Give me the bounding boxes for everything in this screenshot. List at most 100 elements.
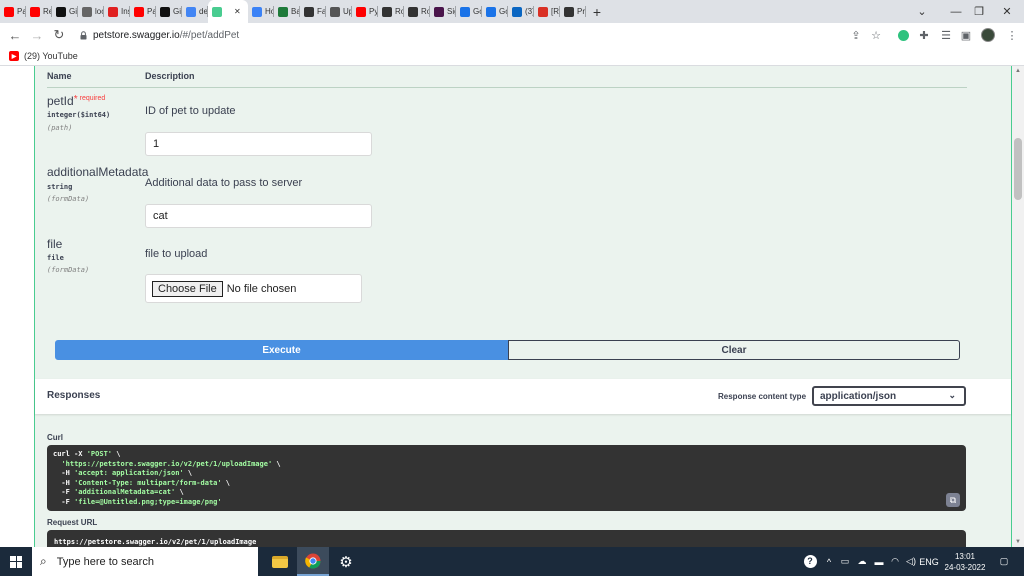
file-input[interactable]: Choose File No file chosen xyxy=(145,274,362,303)
browser-menu-icon[interactable]: ⋮ xyxy=(1004,27,1020,43)
cert-icon xyxy=(278,6,288,17)
copy-icon[interactable]: ⧉ xyxy=(946,493,960,507)
url-path: /#/pet/addPet xyxy=(179,29,240,41)
browser-tab-label: Go xyxy=(499,7,508,16)
language-indicator[interactable]: ENG xyxy=(918,547,940,576)
back-button[interactable]: ← xyxy=(4,24,26,46)
param-location: (path) xyxy=(47,124,73,132)
browser-tab[interactable]: Bas xyxy=(274,0,300,23)
curl-string: 'Content-Type: multipart/form-data' xyxy=(74,478,222,487)
bookmark-star-icon[interactable]: ☆ xyxy=(868,27,884,43)
browser-tab[interactable]: Ro xyxy=(404,0,430,23)
browser-tab[interactable]: (3) xyxy=(508,0,534,23)
robot-icon xyxy=(304,6,314,17)
forward-button[interactable]: → xyxy=(26,24,48,46)
param-type: file xyxy=(47,254,64,262)
file-explorer-icon[interactable] xyxy=(264,547,296,576)
curl-token: \ xyxy=(221,478,231,487)
curl-line: -H 'accept: application/json' \ xyxy=(53,469,960,479)
linkedin-icon xyxy=(512,6,522,17)
browser-tab[interactable]: Ho xyxy=(248,0,274,23)
settings-gear-icon[interactable]: ⚙ xyxy=(330,547,362,576)
curl-command: curl -X 'POST' \ 'https://petstore.swagg… xyxy=(47,445,966,511)
browser-tab-label: Par xyxy=(17,7,26,16)
additional-metadata-input[interactable] xyxy=(145,204,372,228)
browser-tab[interactable]: Pyt xyxy=(352,0,378,23)
curl-token: \ xyxy=(112,450,121,458)
browser-tab[interactable]: Fac xyxy=(300,0,326,23)
browser-tab[interactable]: Sig xyxy=(430,0,456,23)
new-tab-button[interactable]: + xyxy=(586,0,608,23)
scroll-down-icon[interactable]: ▼ xyxy=(1015,539,1021,545)
profile-avatar[interactable] xyxy=(980,27,996,43)
browser-tab-label: [Ro xyxy=(551,7,560,16)
video-icon xyxy=(108,6,118,17)
browser-tab[interactable]: Ins xyxy=(104,0,130,23)
reading-list-icon[interactable]: ☰ xyxy=(938,27,954,43)
volume-icon[interactable]: ◁) xyxy=(904,547,918,576)
youtube-icon: ▶ xyxy=(9,51,19,61)
extension-green-icon[interactable] xyxy=(895,27,911,43)
bookmark-youtube[interactable]: (29) YouTube xyxy=(24,51,78,61)
param-location: (formData) xyxy=(47,195,90,203)
address-bar[interactable]: petstore.swagger.io/#/pet/addPet xyxy=(72,25,892,45)
param-description: file to upload xyxy=(145,248,208,260)
reload-button[interactable]: ↻ xyxy=(48,24,70,46)
param-name-petid: petId* required xyxy=(47,94,106,108)
curl-label: Curl xyxy=(47,433,63,442)
browser-tab-label: Par xyxy=(147,7,156,16)
notification-icon[interactable]: ▢ xyxy=(994,547,1014,576)
browser-tab[interactable]: Ro xyxy=(378,0,404,23)
browser-tab[interactable]: Go xyxy=(482,0,508,23)
share-icon[interactable]: ⇪ xyxy=(848,27,864,43)
browser-tab[interactable]: Up xyxy=(326,0,352,23)
browser-tab[interactable]: Pro xyxy=(560,0,586,23)
content-type-select[interactable]: application/json ⌄ xyxy=(812,386,966,406)
chrome-icon[interactable] xyxy=(297,547,329,576)
onedrive-icon[interactable]: ☁ xyxy=(854,547,870,576)
browser-tab-label: dej xyxy=(199,7,208,16)
scrollbar-thumb[interactable] xyxy=(1014,138,1022,200)
browser-tab[interactable]: ✕ xyxy=(208,0,248,23)
param-type: string xyxy=(47,183,73,191)
start-button[interactable] xyxy=(0,547,32,576)
browser-tab[interactable]: [Ro xyxy=(534,0,560,23)
curl-string: 'POST' xyxy=(86,450,113,458)
browser-tab[interactable]: Re xyxy=(26,0,52,23)
puzzle-extensions-icon[interactable]: ✚ xyxy=(916,27,932,43)
browser-tab[interactable]: Par xyxy=(0,0,26,23)
youtube-icon xyxy=(30,6,40,17)
clear-button[interactable]: Clear xyxy=(508,340,960,360)
help-icon[interactable]: ? xyxy=(800,547,820,576)
param-name-additional-metadata: additionalMetadata xyxy=(47,165,149,179)
operation-block-post: Name Description petId* required integer(… xyxy=(34,66,1012,547)
wifi-icon[interactable]: ◠ xyxy=(888,547,902,576)
curl-string: 'accept: application/json' xyxy=(74,469,184,477)
scroll-up-icon[interactable]: ▲ xyxy=(1015,68,1021,74)
taskbar-search[interactable]: ⌕ Type here to search xyxy=(32,547,258,576)
curl-string: 'additionalMetadata=cat' xyxy=(74,488,176,496)
taskbar-clock[interactable]: 13:01 24-03-2022 xyxy=(940,551,990,573)
url-host: petstore.swagger.io xyxy=(93,29,180,41)
battery-icon[interactable]: ▬ xyxy=(872,547,886,576)
execute-button[interactable]: Execute xyxy=(55,340,508,360)
side-panel-icon[interactable]: ▣ xyxy=(958,27,974,43)
close-tab-icon[interactable]: ✕ xyxy=(234,7,241,16)
choose-file-button[interactable]: Choose File xyxy=(152,280,223,297)
browser-tab[interactable]: loc xyxy=(78,0,104,23)
page-scrollbar[interactable]: ▲ ▼ xyxy=(1012,66,1024,547)
close-window-button[interactable]: ✕ xyxy=(990,0,1024,23)
tray-overflow-icon[interactable]: ^ xyxy=(822,547,836,576)
taskbar-search-placeholder: Type here to search xyxy=(56,555,154,568)
browser-tab[interactable]: Go xyxy=(456,0,482,23)
robot-icon xyxy=(564,6,574,17)
browser-tab[interactable]: Git xyxy=(156,0,182,23)
browser-tab[interactable]: Git xyxy=(52,0,78,23)
petid-input[interactable] xyxy=(145,132,372,156)
device-icon[interactable]: ▭ xyxy=(838,547,852,576)
curl-token: -F xyxy=(53,488,75,496)
browser-tab[interactable]: Par xyxy=(130,0,156,23)
people-icon xyxy=(252,6,262,17)
tab-search-icon[interactable]: ⌄ xyxy=(905,0,939,23)
browser-tab[interactable]: dej xyxy=(182,0,208,23)
